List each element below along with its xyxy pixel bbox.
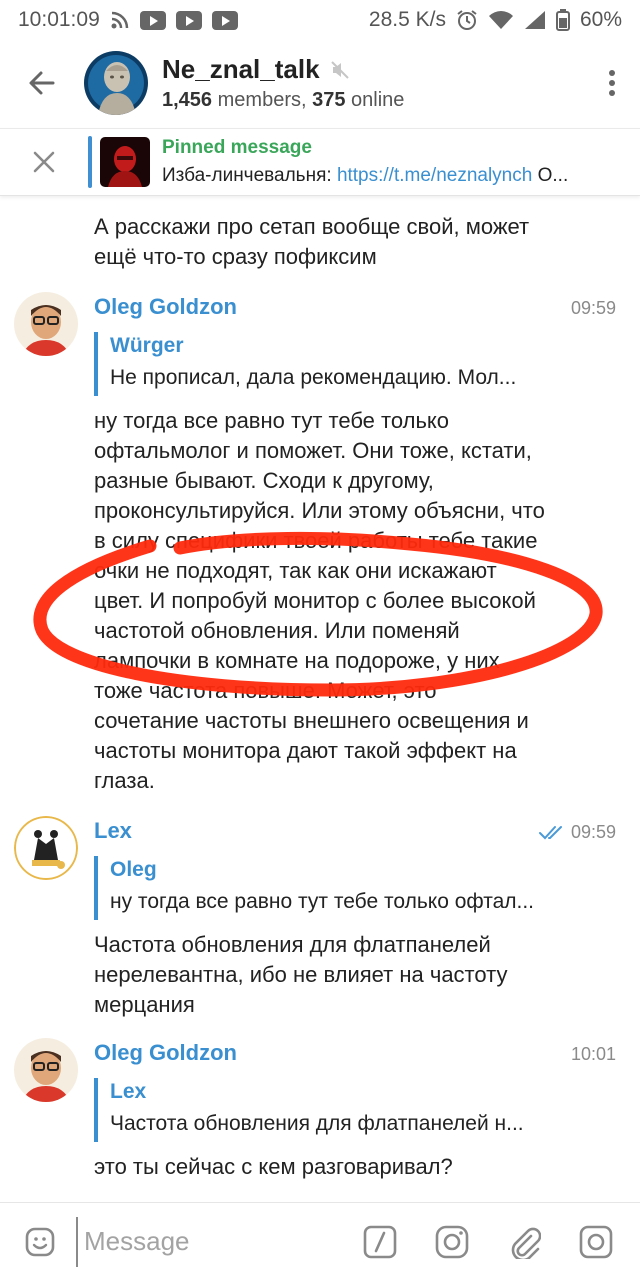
pinned-suffix: О... [537, 165, 569, 186]
message-input[interactable] [76, 1216, 336, 1267]
message-line: в силу специфики твоей работы тебе такие [94, 528, 538, 553]
reply-quote[interactable]: Oleg ну тогда все равно тут тебе только … [94, 856, 584, 920]
reply-name: Oleg [110, 858, 157, 881]
youtube-icon [139, 10, 166, 30]
reply-name: Lex [110, 1080, 147, 1103]
battery-icon [555, 9, 570, 31]
message-list[interactable]: А расскажи про сетап вообще свой, может … [0, 198, 640, 1198]
chat-header: Ne_znal_talk 1,456 members, 375 online [0, 40, 640, 126]
mute-icon [330, 60, 349, 79]
more-menu-button[interactable] [584, 40, 640, 126]
message-line: разные бывают. Сходи к другому, [94, 468, 434, 493]
group-avatar[interactable] [84, 51, 148, 115]
reply-text: ну тогда все равно тут тебе только офтал… [110, 890, 535, 913]
instagram-button[interactable] [426, 1216, 478, 1268]
avatar-oleg-goldzon[interactable] [14, 292, 78, 356]
message-line: очки не подходят, так как они искажают [94, 558, 497, 583]
message-line: ну тогда все равно тут тебе только [94, 408, 450, 433]
camera-icon [579, 1225, 613, 1258]
reply-quote[interactable]: Lex Частота обновления для флатпанелей н… [94, 1078, 584, 1142]
avatar-lex[interactable] [14, 816, 78, 880]
pinned-thumbnail [100, 137, 150, 187]
bot-commands-button[interactable] [354, 1216, 406, 1268]
message-line: частотой обновления. Или поменяй [94, 618, 460, 643]
wifi-icon [488, 10, 514, 30]
reply-text: Частота обновления для флатпанелей н... [110, 1112, 524, 1135]
message-line: цвет. И попробуй монитор с более высокой [94, 588, 536, 613]
pinned-title: Pinned message [162, 137, 312, 158]
close-icon [33, 151, 55, 173]
double-check-icon [538, 825, 562, 839]
message-sender[interactable]: Lex [94, 818, 132, 844]
reply-quote[interactable]: Würger Не прописал, дала рекомендацию. М… [94, 332, 584, 396]
message-text: ну тогда все равно тут тебе только офтал… [94, 406, 594, 796]
network-speed: 28.5 K/s [368, 8, 446, 31]
more-vertical-icon [609, 70, 615, 96]
rss-icon [110, 10, 130, 30]
message-time-text: 09:59 [570, 298, 616, 318]
message-time-text: 10:01 [570, 1044, 616, 1064]
message-line: тоже частота повыше. Может, это [94, 678, 437, 703]
youtube-icon [175, 10, 202, 30]
chat-title[interactable]: Ne_znal_talk [162, 54, 320, 85]
message-line: ещё что-то сразу пофиксим [94, 244, 377, 269]
message-line: А расскажи про сетап вообще свой, может [94, 214, 530, 239]
members-label: members, [217, 89, 307, 111]
message-time: 09:59 [538, 822, 616, 843]
message-line: мерцания [94, 992, 195, 1017]
pinned-close-button[interactable] [0, 128, 88, 196]
attach-button[interactable] [498, 1216, 550, 1268]
avatar-oleg-goldzon[interactable] [14, 1038, 78, 1102]
message-line: Частота обновления для флатпанелей [94, 932, 491, 957]
pinned-prefix: Изба-линчевальня: [162, 165, 332, 186]
message-line: проконсультируйся. Или этому объясни, чт… [94, 498, 545, 523]
alarm-icon [456, 9, 478, 31]
paperclip-icon [511, 1227, 541, 1259]
sticker-smile-icon [25, 1227, 55, 1256]
message-line: это ты сейчас с кем разговаривал? [94, 1154, 453, 1179]
message-time-text: 09:59 [570, 822, 616, 842]
arrow-left-icon [29, 71, 55, 95]
message-line: частоты монитора дают такой эффект на [94, 738, 517, 763]
members-count: 1,456 [162, 89, 213, 111]
message-input-bar [0, 1202, 640, 1280]
online-label: online [351, 89, 405, 111]
pinned-link[interactable]: https://t.me/neznalynch [337, 165, 532, 186]
emoji-button[interactable] [14, 1216, 66, 1268]
message-line: сочетание частоты внешнего освещения и [94, 708, 529, 733]
message-sender[interactable]: Oleg Goldzon [94, 1040, 237, 1066]
message-text: Частота обновления для флатпанелей нерел… [94, 930, 594, 1020]
pinned-preview: Изба-линчевальня: https://t.me/neznalync… [162, 165, 622, 187]
camera-icon [435, 1225, 469, 1258]
message-line: лампочки в комнате на подороже, у них [94, 648, 500, 673]
reply-text: Не прописал, дала рекомендацию. Мол... [110, 366, 517, 389]
pinned-accent-bar [88, 136, 92, 188]
battery-level: 60% [579, 8, 622, 31]
reply-name: Würger [110, 334, 184, 357]
message-time: 10:01 [571, 1044, 616, 1065]
youtube-icon [211, 10, 238, 30]
chat-subtitle: 1,456 members, 375 online [162, 89, 404, 112]
status-time: 10:01:09 [18, 8, 100, 31]
status-bar: 10:01:09 28.5 K/s 60% [0, 0, 640, 40]
message-line: глаза. [94, 768, 155, 793]
message-line: нерелевантна, ибо не влияет на частоту [94, 962, 508, 987]
message-sender[interactable]: Oleg Goldzon [94, 294, 237, 320]
signal-icon [524, 10, 546, 30]
back-button[interactable] [0, 40, 84, 126]
online-count: 375 [312, 89, 346, 111]
message-text: это ты сейчас с кем разговаривал? [94, 1152, 594, 1182]
message-time: 09:59 [571, 298, 616, 319]
pinned-message-bar[interactable]: Pinned message Изба-линчевальня: https:/… [0, 128, 640, 196]
message-line: офтальмолог и поможет. Они тоже, кстати, [94, 438, 532, 463]
slash-command-icon [363, 1225, 397, 1258]
message-text: А расскажи про сетап вообще свой, может … [94, 212, 594, 272]
camera-button[interactable] [570, 1216, 622, 1268]
